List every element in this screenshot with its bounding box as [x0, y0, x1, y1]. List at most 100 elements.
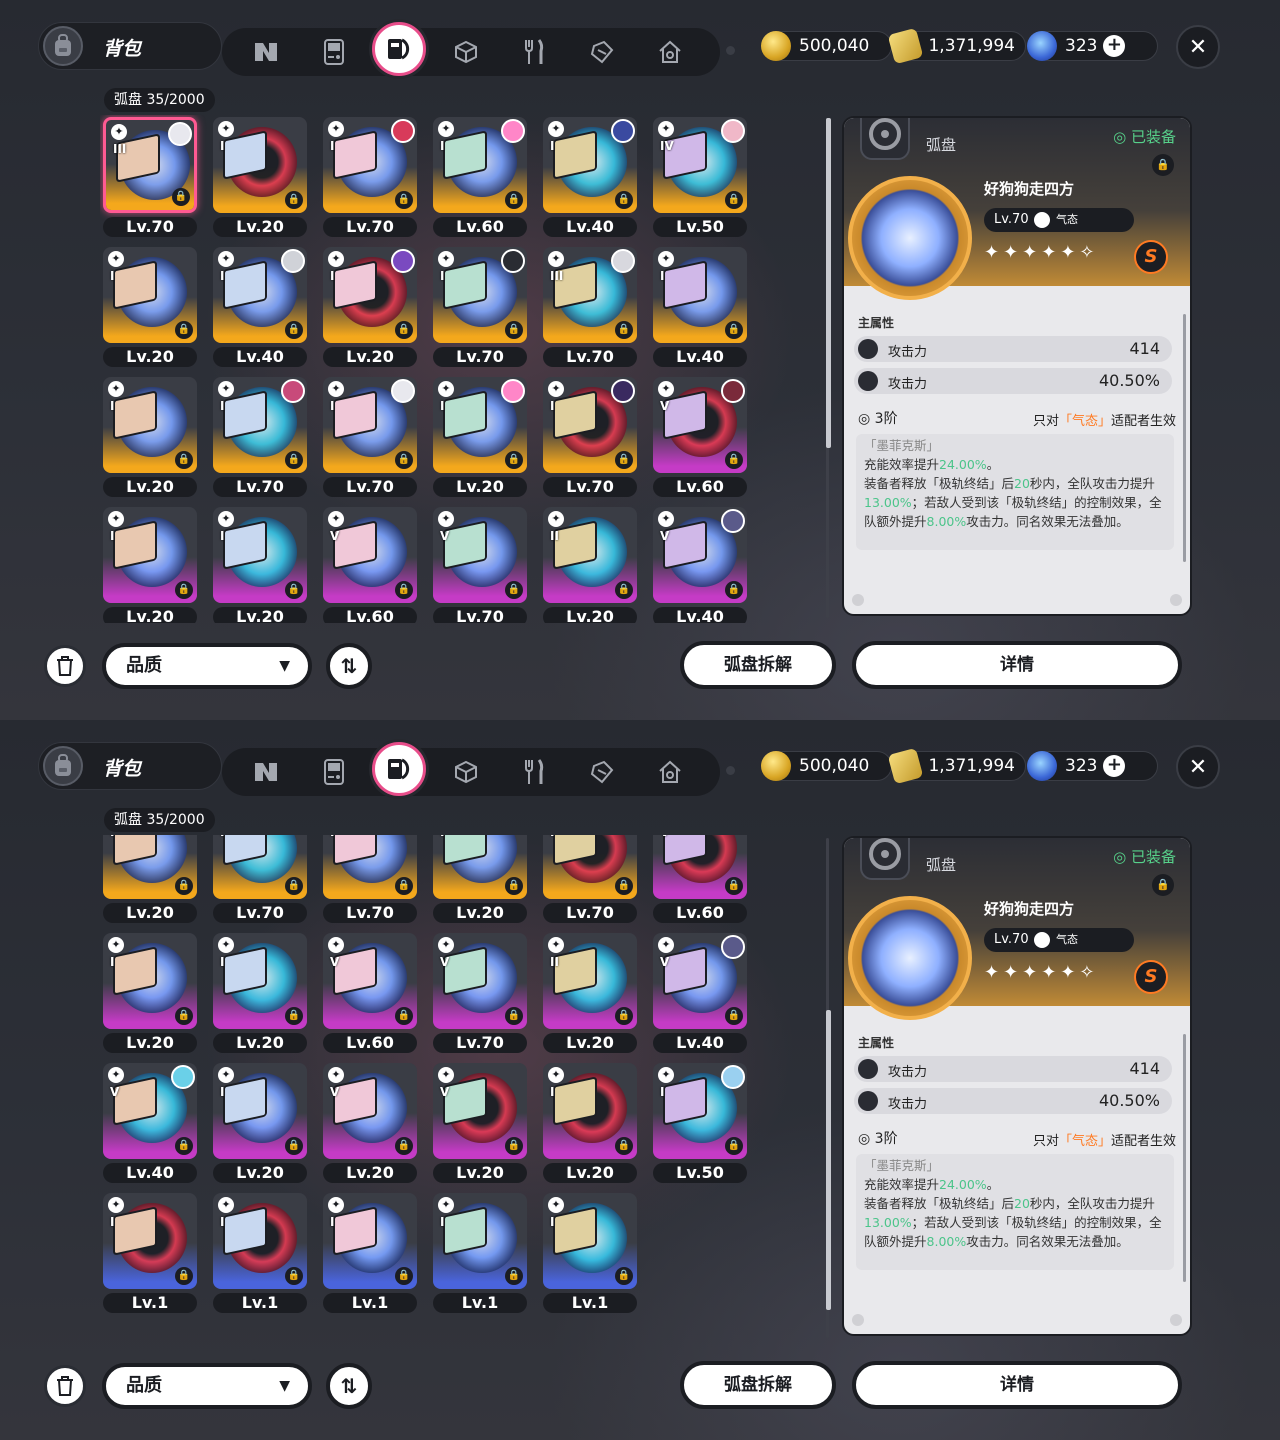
disc-card[interactable]: ✦ I 🔒 Lv.40 [650, 245, 750, 369]
disc-card[interactable]: ✦I🔒Lv.20 [210, 115, 310, 239]
lock-icon[interactable]: 🔒 [615, 321, 633, 339]
disc-card[interactable]: ✦I🔒Lv.70 [430, 245, 530, 369]
lock-icon[interactable]: 🔒 [615, 1007, 633, 1025]
disc-card[interactable]: ✦I🔒Lv.20 [100, 375, 200, 499]
tab-n-logo-icon[interactable] [246, 32, 286, 72]
disc-card[interactable]: ✦ I 🔒 Lv.50 [650, 1061, 750, 1185]
disc-card[interactable]: ✦I🔒Lv.20 [540, 1061, 640, 1185]
disc-card[interactable]: ✦I🔒Lv.20 [430, 375, 530, 499]
disc-card[interactable]: ✦ II 🔒 Lv.20 [540, 505, 640, 623]
disc-card[interactable]: ✦ V 🔒 Lv.70 [430, 931, 530, 1055]
disc-card[interactable]: ✦ I 🔒 Lv.1 [430, 1191, 530, 1315]
lock-icon[interactable]: 🔒 [175, 1267, 193, 1285]
lock-icon[interactable]: 🔒 [615, 581, 633, 599]
tab-fork-knife-icon[interactable] [514, 32, 554, 72]
lock-icon[interactable]: 🔒 [505, 581, 523, 599]
disc-card[interactable]: ✦I🔒Lv.70 [320, 375, 420, 499]
tab-cube-icon[interactable] [446, 32, 486, 72]
disc-card[interactable]: ✦I🔒Lv.20 [210, 1061, 310, 1185]
tab-box-tag-icon[interactable] [582, 752, 622, 792]
detail-button[interactable]: 详情 [852, 1361, 1182, 1409]
lock-icon[interactable]: 🔒 [175, 321, 193, 339]
trash-button[interactable] [44, 1365, 86, 1407]
close-button[interactable]: ✕ [1176, 25, 1220, 69]
lock-icon[interactable]: 🔒 [395, 191, 413, 209]
disc-card[interactable]: ✦ I 🔒 Lv.40 [210, 245, 310, 369]
disassemble-button[interactable]: 弧盘拆解 [680, 1361, 836, 1409]
disc-card[interactable]: ✦ I 🔒 Lv.40 [540, 115, 640, 239]
sort-order-button[interactable]: ⇅ [326, 1363, 372, 1409]
disc-card[interactable]: ✦ I 🔒 Lv.1 [210, 1191, 310, 1315]
lock-icon[interactable]: 🔒 [725, 581, 743, 599]
disc-card[interactable]: ✦I🔒Lv.20 [430, 835, 530, 925]
trash-button[interactable] [44, 645, 86, 687]
quality-dropdown[interactable]: 品质 ▼ [102, 643, 312, 689]
detail-button[interactable]: 详情 [852, 641, 1182, 689]
grid-scrollbar-thumb[interactable] [826, 118, 831, 448]
disc-card[interactable]: ✦I🔒Lv.70 [540, 375, 640, 499]
lock-icon[interactable]: 🔒 [285, 1267, 303, 1285]
lock-icon[interactable]: 🔒 [505, 877, 523, 895]
tab-cube-icon[interactable] [446, 752, 486, 792]
sort-order-button[interactable]: ⇅ [326, 643, 372, 689]
tab-n-logo-icon[interactable] [246, 752, 286, 792]
tab-disc-case-icon[interactable] [372, 742, 426, 796]
disc-card[interactable]: ✦I🔒Lv.70 [210, 835, 310, 925]
disc-card[interactable]: ✦ V 🔒 Lv.40 [650, 505, 750, 623]
lock-icon[interactable]: 🔒 [725, 1007, 743, 1025]
disc-card[interactable]: ✦ V 🔒 Lv.70 [430, 505, 530, 623]
lock-icon[interactable]: 🔒 [1152, 874, 1174, 896]
tab-fork-knife-icon[interactable] [514, 752, 554, 792]
tab-house-icon[interactable] [650, 32, 690, 72]
lock-icon[interactable]: 🔒 [285, 1137, 303, 1155]
lock-icon[interactable]: 🔒 [285, 877, 303, 895]
tab-house-icon[interactable] [650, 752, 690, 792]
add-currency-button[interactable]: + [1103, 35, 1126, 57]
lock-icon[interactable]: 🔒 [615, 451, 633, 469]
lock-icon[interactable]: 🔒 [285, 451, 303, 469]
lock-icon[interactable]: 🔒 [395, 1267, 413, 1285]
tab-box-tag-icon[interactable] [582, 32, 622, 72]
lock-icon[interactable]: 🔒 [175, 581, 193, 599]
disc-card[interactable]: ✦ V 🔒 Lv.60 [320, 931, 420, 1055]
lock-icon[interactable]: 🔒 [1152, 154, 1174, 176]
disc-card[interactable]: ✦I🔒Lv.20 [100, 835, 200, 925]
disc-card[interactable]: ✦ V 🔒 Lv.40 [100, 1061, 200, 1185]
lock-icon[interactable]: 🔒 [615, 1267, 633, 1285]
disc-card[interactable]: ✦I🔒Lv.20 [210, 931, 310, 1055]
disassemble-button[interactable]: 弧盘拆解 [680, 641, 836, 689]
disc-card[interactable]: ✦I🔒Lv.70 [540, 835, 640, 925]
lock-icon[interactable]: 🔒 [615, 877, 633, 895]
lock-icon[interactable]: 🔒 [172, 188, 190, 206]
lock-icon[interactable]: 🔒 [505, 321, 523, 339]
disc-card[interactable]: ✦ III 🔒 Lv.70 [540, 245, 640, 369]
lock-icon[interactable]: 🔒 [175, 451, 193, 469]
disc-card[interactable]: ✦I🔒Lv.20 [100, 505, 200, 623]
grid-scrollbar-thumb[interactable] [826, 1010, 831, 1310]
lock-icon[interactable]: 🔒 [725, 1137, 743, 1155]
lock-icon[interactable]: 🔒 [395, 451, 413, 469]
lock-icon[interactable]: 🔒 [725, 191, 743, 209]
lock-icon[interactable]: 🔒 [505, 1137, 523, 1155]
lock-icon[interactable]: 🔒 [615, 191, 633, 209]
lock-icon[interactable]: 🔒 [725, 877, 743, 895]
lock-icon[interactable]: 🔒 [395, 581, 413, 599]
tab-gameboy-icon[interactable] [314, 32, 354, 72]
disc-card[interactable]: ✦ I 🔒 Lv.1 [100, 1191, 200, 1315]
lock-icon[interactable]: 🔒 [175, 1007, 193, 1025]
disc-card[interactable]: ✦ V 🔒 Lv.60 [320, 505, 420, 623]
disc-card[interactable]: ✦ V 🔒 Lv.40 [650, 931, 750, 1055]
disc-card[interactable]: ✦ V 🔒 Lv.20 [320, 1061, 420, 1185]
quality-dropdown[interactable]: 品质 ▼ [102, 1363, 312, 1409]
disc-card[interactable]: ✦I🔒Lv.20 [100, 245, 200, 369]
close-button[interactable]: ✕ [1176, 745, 1220, 789]
disc-card[interactable]: ✦I🔒Lv.70 [320, 115, 420, 239]
lock-icon[interactable]: 🔒 [285, 191, 303, 209]
lock-icon[interactable]: 🔒 [285, 321, 303, 339]
disc-card[interactable]: ✦ III 🔒 Lv.70 [100, 115, 200, 239]
lock-icon[interactable]: 🔒 [395, 321, 413, 339]
lock-icon[interactable]: 🔒 [285, 581, 303, 599]
disc-card[interactable]: ✦ V 🔒 Lv.60 [650, 375, 750, 499]
disc-card[interactable]: ✦ I 🔒 Lv.1 [540, 1191, 640, 1315]
tab-disc-case-icon[interactable] [372, 22, 426, 76]
